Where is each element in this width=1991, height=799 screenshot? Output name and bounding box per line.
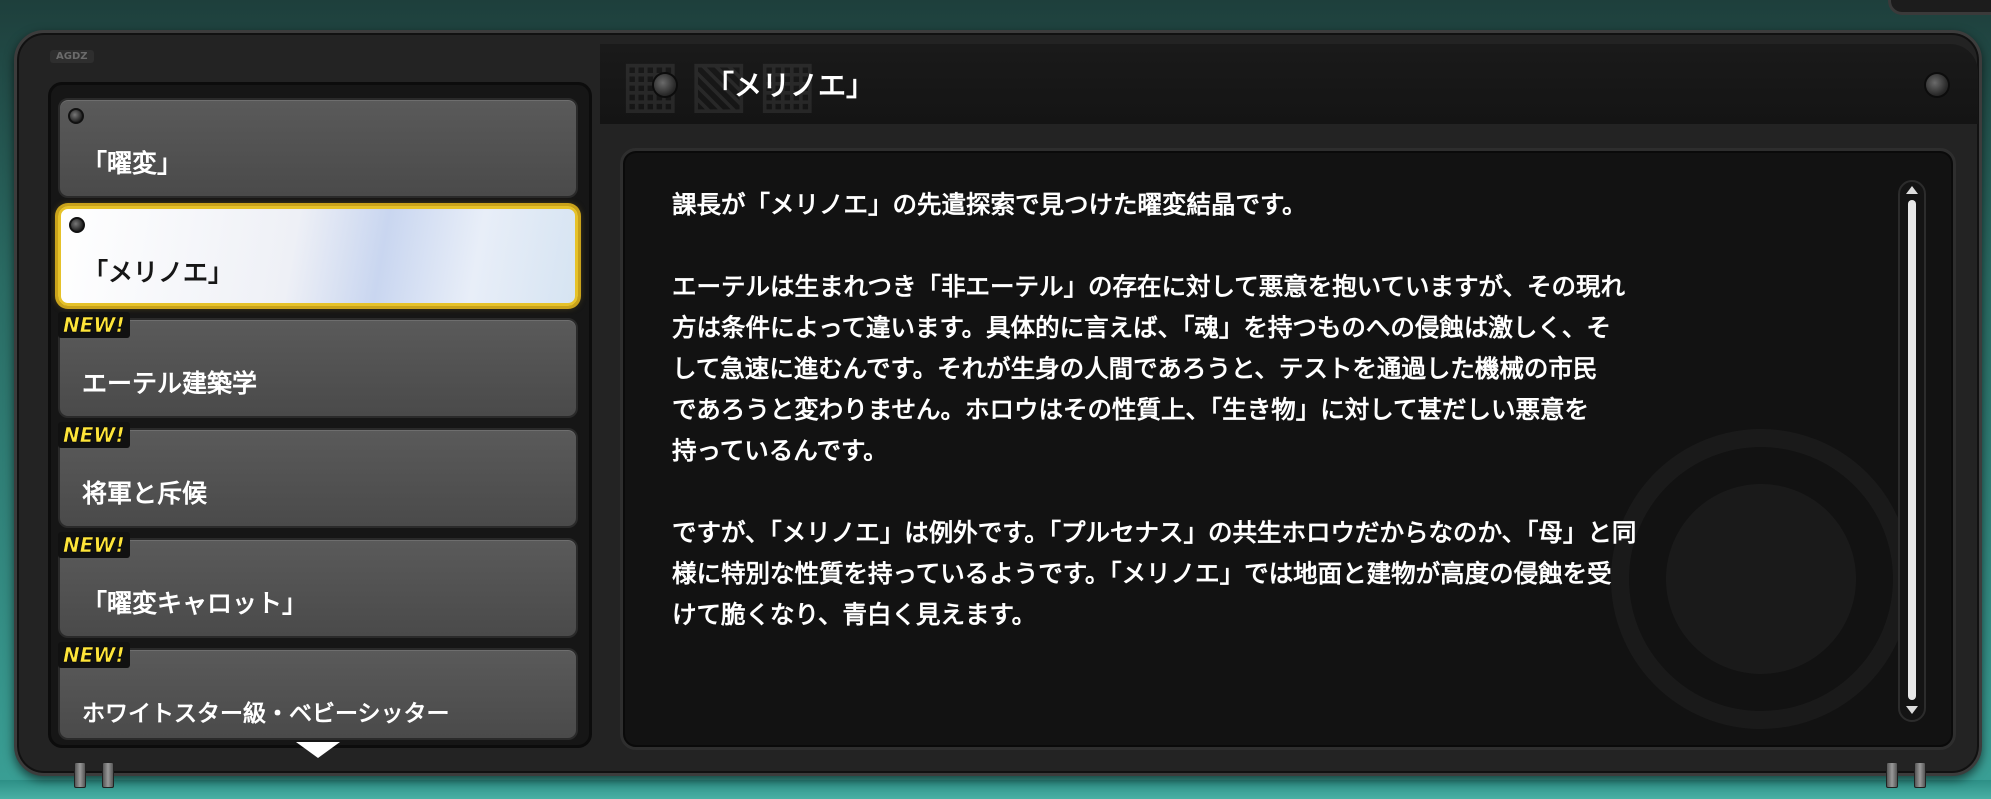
- list-item-label: 将軍と斥候: [82, 479, 208, 508]
- list-item-label: 「曜変」: [82, 149, 183, 178]
- scroll-down-icon[interactable]: [1906, 706, 1918, 714]
- list-item[interactable]: NEW! エーテル建築学: [58, 312, 578, 418]
- page-title: 「メリノエ」: [706, 69, 875, 102]
- description-paragraph: ですが、「メリノエ」は例外です。「プルセナス」の共生ホロウだからなのか、「母」と…: [672, 518, 1637, 629]
- list-item-label: エーテル建築学: [82, 369, 258, 398]
- list-item[interactable]: NEW! 将軍と斥候: [58, 422, 578, 528]
- item-dot-icon: [69, 217, 85, 233]
- background-strip: [0, 780, 1991, 799]
- chevron-down-icon[interactable]: [296, 742, 340, 758]
- new-badge: NEW!: [58, 532, 130, 558]
- description-text: 課長が「メリノエ」の先遣探索で見つけた曜変結晶です。 エーテルは生まれつき「非エ…: [672, 184, 1882, 676]
- description-paragraph: エーテルは生まれつき「非エーテル」の存在に対して悪意を抱いていますが、その現れ …: [672, 272, 1626, 465]
- description-paragraph: 課長が「メリノエ」の先遣探索で見つけた曜変結晶です。: [672, 190, 1307, 219]
- list-item[interactable]: 「曜変」: [58, 98, 578, 198]
- rivet-dot-icon: [1926, 74, 1948, 96]
- new-badge: NEW!: [58, 422, 130, 448]
- list-item-selected[interactable]: 「メリノエ」: [58, 206, 578, 306]
- bolt-icon: [102, 762, 114, 788]
- scrollbar-thumb[interactable]: [1908, 200, 1916, 700]
- item-dot-icon: [68, 108, 84, 124]
- list-item-label: 「曜変キャロット」: [82, 589, 308, 618]
- bolt-icon: [1914, 762, 1926, 788]
- top-right-frame-edge: [1888, 0, 1991, 15]
- rivet-dot-icon: [654, 74, 676, 96]
- bolt-icon: [74, 762, 86, 788]
- bolt-icon: [1886, 762, 1898, 788]
- new-badge: NEW!: [58, 312, 130, 338]
- new-badge: NEW!: [58, 642, 130, 668]
- panel-code-label: AGDZ: [50, 50, 94, 63]
- list-item[interactable]: NEW! 「曜変キャロット」: [58, 532, 578, 638]
- list-item[interactable]: NEW! ホワイトスター級・ベビーシッター: [58, 642, 578, 740]
- list-item-label: 「メリノエ」: [83, 258, 234, 287]
- scroll-up-icon[interactable]: [1906, 186, 1918, 194]
- list-item-label: ホワイトスター級・ベビーシッター: [82, 701, 450, 727]
